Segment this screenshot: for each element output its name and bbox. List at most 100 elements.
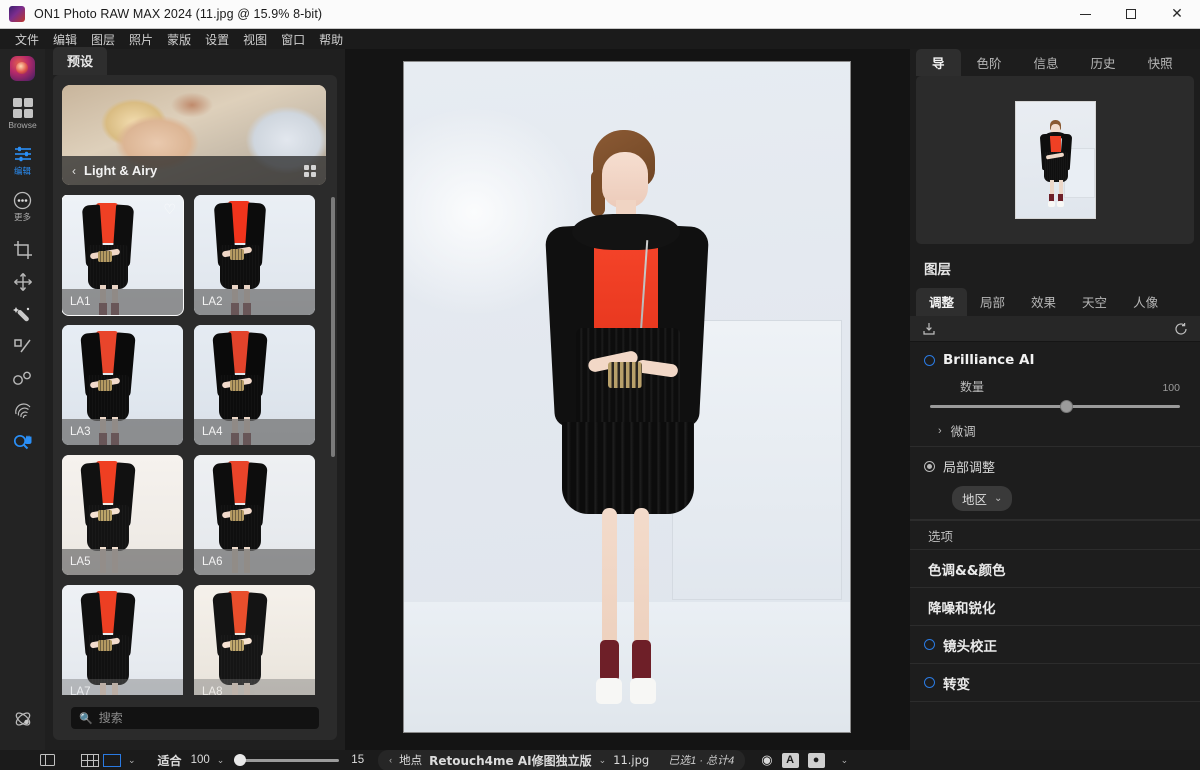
tab-presets[interactable]: 预设: [53, 47, 108, 75]
location-breadcrumb[interactable]: ‹ 地点 Retouch4me AI修图独立版 ⌄ 11.jpg 已选1 · 总…: [378, 749, 746, 770]
subtab-effects[interactable]: 效果: [1018, 288, 1069, 316]
region-dropdown[interactable]: 地区 ⌄: [952, 486, 1013, 511]
module-edit[interactable]: 编辑: [0, 143, 45, 177]
folder-chevron-down-icon[interactable]: ⌄: [599, 755, 607, 766]
zoom-slider[interactable]: [234, 754, 340, 766]
menu-mask[interactable]: 蒙版: [160, 30, 198, 49]
local-toggle-icon[interactable]: [924, 461, 935, 472]
category-back-chevron-icon[interactable]: ‹: [72, 164, 76, 178]
menu-settings[interactable]: 设置: [198, 30, 236, 49]
module-browse[interactable]: Browse: [0, 97, 45, 131]
module-browse-label: Browse: [8, 120, 37, 130]
preset-item-la4[interactable]: LA4: [194, 325, 315, 445]
grid-view-icon[interactable]: [81, 753, 99, 767]
subtab-sky[interactable]: 天空: [1069, 288, 1120, 316]
menu-window[interactable]: 窗口: [274, 30, 312, 49]
menu-view[interactable]: 视图: [236, 30, 274, 49]
menu-photo[interactable]: 照片: [122, 30, 160, 49]
tab-info[interactable]: 信息: [1018, 49, 1075, 76]
minimize-button[interactable]: [1062, 0, 1108, 29]
menu-file[interactable]: 文件: [8, 30, 46, 49]
tab-snapshots[interactable]: 快照: [1132, 49, 1189, 76]
section-noise-sharpen[interactable]: 降噪和锐化: [910, 588, 1200, 626]
folder-name[interactable]: Retouch4me AI修图独立版: [429, 752, 591, 769]
preset-search-box[interactable]: 🔍: [71, 707, 319, 729]
tool-clone-stamp[interactable]: [0, 399, 45, 421]
section-tone-color[interactable]: 色调&&颜色: [910, 550, 1200, 588]
transform-toggle-icon[interactable]: [924, 677, 935, 688]
image-canvas[interactable]: [345, 49, 910, 750]
fit-value[interactable]: 100: [191, 754, 210, 766]
tool-perfect-brush[interactable]: [0, 335, 45, 357]
grid-view-icon[interactable]: [304, 164, 316, 177]
preset-label-bar: LA1: [62, 289, 183, 315]
preview-eye-icon[interactable]: ◉: [761, 752, 772, 768]
tool-zoom[interactable]: [0, 431, 45, 453]
tool-transform[interactable]: [0, 271, 45, 293]
options-row[interactable]: 选项: [910, 520, 1200, 550]
menu-edit[interactable]: 编辑: [46, 30, 84, 49]
slider-track: [930, 405, 1180, 408]
tool-crop[interactable]: [0, 239, 45, 261]
enable-toggle-icon[interactable]: [924, 354, 935, 366]
preset-thumbnail-list[interactable]: ♡ LA1 LA2 LA3 LA4 LA5 LA6 LA7 LA8: [62, 195, 328, 695]
subtab-local[interactable]: 局部: [967, 288, 1018, 316]
preset-item-la7[interactable]: LA7: [62, 585, 183, 695]
preset-label-bar: LA5: [62, 549, 183, 575]
breadcrumb-back-chevron-icon[interactable]: ‹: [389, 755, 392, 765]
maximize-button[interactable]: [1108, 0, 1154, 29]
tool-orbit[interactable]: [0, 708, 45, 730]
menu-help[interactable]: 帮助: [312, 30, 350, 49]
zoom-value: 15: [351, 754, 365, 766]
tool-blemish-remover[interactable]: [0, 367, 45, 389]
show-panels-icon: [40, 754, 55, 766]
compare-view-icon[interactable]: [103, 753, 121, 767]
sliders-icon: [13, 143, 33, 165]
soft-proof-chevron-down-icon[interactable]: ⌄: [841, 755, 849, 766]
soft-proof-icon[interactable]: ●: [807, 752, 825, 768]
subtab-portrait[interactable]: 人像: [1120, 288, 1171, 316]
zoom-slider-knob[interactable]: [234, 754, 247, 766]
reset-icon[interactable]: [1174, 322, 1188, 336]
section-label: 镜头校正: [943, 638, 997, 655]
section-label: 色调&&颜色: [928, 562, 1006, 579]
letter-a-icon[interactable]: A: [781, 752, 799, 768]
tool-retouch-brush[interactable]: [0, 303, 45, 325]
preset-item-la8[interactable]: LA8: [194, 585, 315, 695]
fit-zoom-group[interactable]: 适合 100 ⌄ 15: [158, 752, 365, 769]
favorite-heart-icon[interactable]: ♡: [163, 201, 176, 218]
local-adjustment-header[interactable]: 局部调整: [910, 457, 1200, 478]
slider-knob[interactable]: [1060, 400, 1073, 413]
amount-label: 数量: [960, 380, 985, 394]
lens-toggle-icon[interactable]: [924, 639, 935, 650]
tab-levels[interactable]: 色阶: [961, 49, 1018, 76]
subtab-adjust[interactable]: 调整: [916, 288, 968, 316]
fit-chevron-down-icon[interactable]: ⌄: [217, 755, 225, 766]
adjustment-header[interactable]: Brilliance AI: [910, 352, 1200, 370]
panel-toggle-button[interactable]: [40, 754, 55, 766]
module-more[interactable]: 更多: [0, 189, 45, 223]
tab-history[interactable]: 历史: [1075, 49, 1132, 76]
model-figure: [516, 130, 736, 720]
navigator-thumbnail[interactable]: [1014, 101, 1096, 219]
presets-tab-row: 预设: [45, 47, 345, 75]
presets-scrollbar[interactable]: [331, 197, 335, 457]
amount-slider[interactable]: [930, 399, 1180, 413]
preset-item-la1[interactable]: ♡ LA1: [62, 195, 184, 316]
preset-item-la2[interactable]: LA2: [194, 195, 315, 315]
fine-tune-row[interactable]: › 微调: [910, 413, 1200, 442]
view-mode-group[interactable]: ⌄: [81, 753, 136, 767]
section-transform[interactable]: 转变: [910, 664, 1200, 702]
preset-item-la6[interactable]: LA6: [194, 455, 315, 575]
search-input[interactable]: [98, 711, 311, 725]
navigator-box[interactable]: [916, 76, 1194, 244]
preset-item-la5[interactable]: LA5: [62, 455, 183, 575]
menu-layer[interactable]: 图层: [84, 30, 122, 49]
view-chevron-down-icon[interactable]: ⌄: [128, 755, 136, 766]
tab-navigator[interactable]: 导: [916, 49, 961, 76]
section-lens-correction[interactable]: 镜头校正: [910, 626, 1200, 664]
export-preset-icon[interactable]: [922, 322, 936, 336]
close-button[interactable]: ✕: [1154, 0, 1200, 29]
preset-category-card[interactable]: ‹ Light & Airy: [62, 85, 326, 185]
preset-item-la3[interactable]: LA3: [62, 325, 183, 445]
